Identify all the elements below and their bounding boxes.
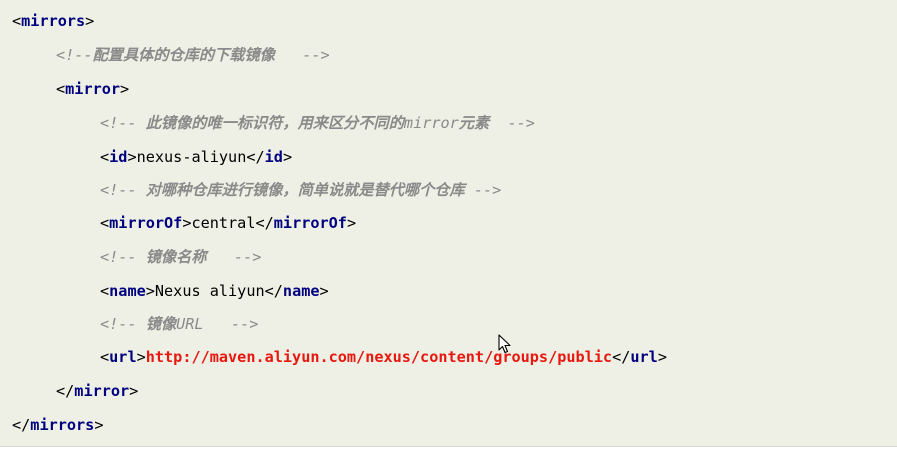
tag-id-close: id: [264, 148, 283, 166]
tag-mirrors: mirrors: [21, 12, 86, 30]
comment-open: <!--: [56, 46, 93, 64]
bracket: <: [100, 348, 110, 366]
url-value: http://maven.aliyun.com/nexus/content/gr…: [145, 348, 613, 366]
code-line-name: <name>Nexus aliyun</name>: [0, 280, 329, 302]
bracket: >: [346, 214, 357, 232]
tag-mirror: mirror: [65, 80, 121, 98]
code-line-comment-4: <!-- 镜像名称 -->: [0, 246, 261, 268]
bracket: >: [85, 12, 95, 30]
bracket: </: [56, 382, 75, 400]
code-line-id: <id>nexus-aliyun</id>: [0, 146, 292, 168]
code-line-comment-3: <!-- 对哪种仓库进行镜像，简单说就是替代哪个仓库 -->: [0, 179, 501, 201]
bracket: >: [127, 148, 137, 166]
tag-mirrorof: mirrorOf: [109, 214, 183, 232]
xml-code-panel: <mirrors> <!--配置具体的仓库的下载镜像 --> <mirror> …: [0, 0, 897, 447]
tag-mirrors-close: mirrors: [30, 416, 95, 434]
tag-name: name: [109, 282, 146, 300]
mouse-pointer-icon: [498, 334, 511, 354]
code-line-comment-1: <!--配置具体的仓库的下载镜像 -->: [0, 44, 330, 66]
comment-text: 镜像: [145, 315, 177, 333]
name-value: Nexus aliyun: [154, 282, 265, 300]
bracket: >: [129, 382, 139, 400]
code-line-mirrors-close: </mirrors>: [0, 414, 103, 436]
comment-text: 此镜像的唯一标识符，用来区分不同的: [145, 114, 404, 132]
bracket: >: [145, 282, 155, 300]
comment-close: -->: [507, 114, 535, 132]
tag-url: url: [109, 348, 137, 366]
code-line-mirror-close: </mirror>: [0, 380, 138, 402]
tag-mirrorof-close: mirrorOf: [273, 214, 347, 232]
bracket: >: [319, 282, 329, 300]
bracket: </: [12, 416, 31, 434]
tag-mirror-close: mirror: [74, 382, 130, 400]
code-line-url: <url>http://maven.aliyun.com/nexus/conte…: [0, 346, 667, 368]
comment-open: <!--: [100, 315, 137, 333]
tag-url-close: url: [630, 348, 658, 366]
comment-open: <!--: [100, 181, 137, 199]
mirrorof-value: central: [191, 214, 256, 232]
bracket: >: [94, 416, 104, 434]
code-line-comment-5: <!-- 镜像URL -->: [0, 313, 258, 335]
bracket: <: [12, 12, 22, 30]
comment-close: -->: [230, 315, 259, 333]
bracket: >: [657, 348, 667, 366]
bracket: >: [136, 348, 146, 366]
bracket: <: [100, 148, 110, 166]
bracket: >: [282, 148, 293, 166]
bracket: </: [612, 348, 631, 366]
comment-text: 对哪种仓库进行镜像，简单说就是替代哪个仓库: [145, 181, 465, 199]
bracket: <: [100, 214, 110, 232]
comment-text-mono: mirror: [403, 114, 459, 132]
comment-open: <!--: [100, 114, 137, 132]
comment-close: -->: [233, 248, 262, 266]
tag-id: id: [109, 148, 128, 166]
code-line-comment-2: <!-- 此镜像的唯一标识符，用来区分不同的mirror元素 -->: [0, 112, 535, 134]
bracket: </: [246, 148, 265, 166]
code-line-mirrors-open: <mirrors>: [0, 10, 94, 32]
bracket: </: [264, 282, 283, 300]
bracket: >: [120, 80, 130, 98]
comment-text-mono: URL: [176, 315, 204, 333]
id-value: nexus-aliyun: [136, 148, 247, 166]
code-line-mirrorof: <mirrorOf>central</mirrorOf>: [0, 212, 356, 234]
bracket: <: [100, 282, 110, 300]
comment-text: 镜像名称: [145, 248, 207, 266]
comment-text: 配置具体的仓库的下载镜像: [92, 46, 275, 64]
tag-name-close: name: [282, 282, 320, 300]
comment-close: -->: [302, 46, 330, 64]
comment-close: -->: [473, 181, 502, 199]
bracket: </: [255, 214, 274, 232]
comment-text: 元素: [458, 114, 490, 132]
comment-open: <!--: [100, 248, 137, 266]
code-line-mirror-open: <mirror>: [0, 78, 129, 100]
bracket: <: [56, 80, 66, 98]
